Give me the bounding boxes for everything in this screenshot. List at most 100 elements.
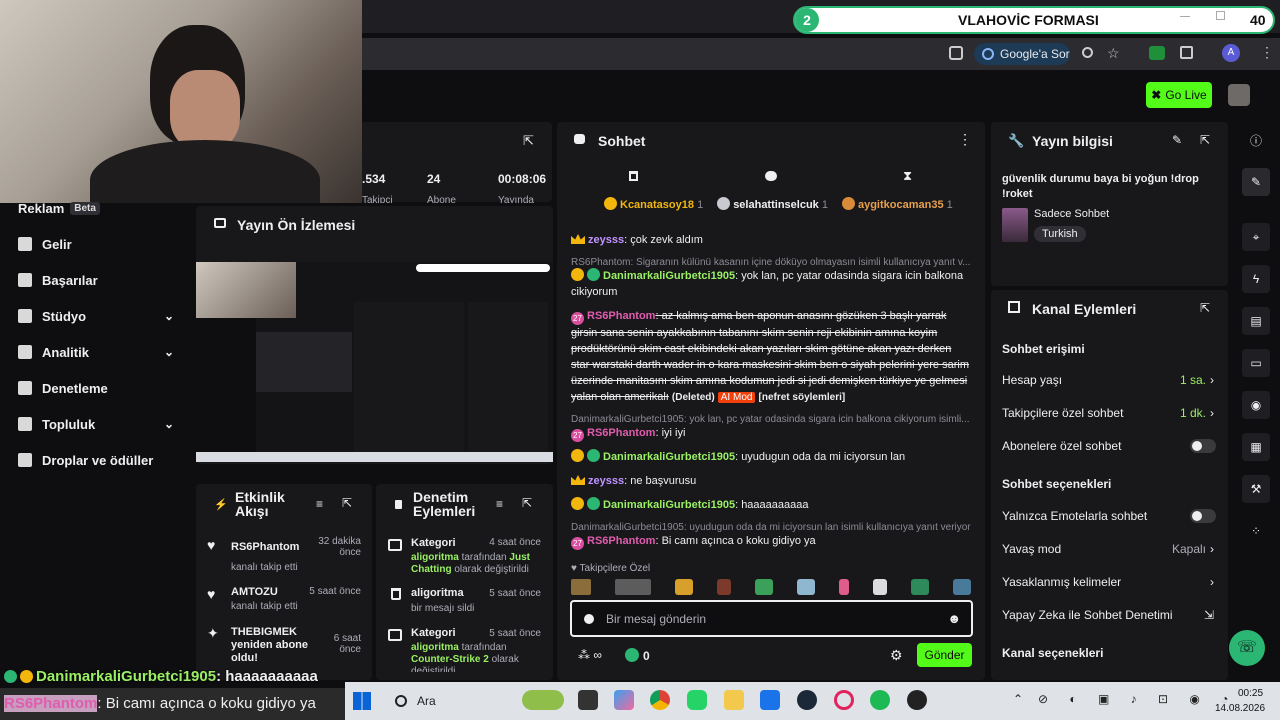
folder-icon[interactable] xyxy=(724,690,744,710)
activity-item-name[interactable]: THEBIGMEK yeniden abone oldu! xyxy=(231,626,311,665)
chat-username[interactable]: RS6Phantom xyxy=(587,427,655,439)
chat-message[interactable]: DanimarkaliGurbetci1905: haaaaaaaaaa xyxy=(571,497,971,513)
google-ask-button[interactable]: Google'a Sor xyxy=(974,43,1070,65)
emote-icon[interactable] xyxy=(571,579,591,595)
popout-icon[interactable]: ⇱ xyxy=(522,496,532,510)
target-icon[interactable]: ⌖ xyxy=(1242,223,1270,251)
emote-icon[interactable] xyxy=(717,579,731,595)
wrench-icon[interactable]: ⚒ xyxy=(1242,475,1270,503)
emote-icon[interactable] xyxy=(873,579,887,595)
chat-message-deleted[interactable]: 27 RS6Phantom: az kalmış ama ben aponun a… xyxy=(571,308,971,406)
edit-pencil-icon[interactable]: ✎ xyxy=(1172,133,1182,147)
emote-icon[interactable] xyxy=(953,579,971,595)
chat-username[interactable]: DanimarkaliGurbetci1905 xyxy=(603,451,735,463)
tray-icons[interactable]: ⊘ ◐ ▣ ♪ ⊡ ◉ ◔ xyxy=(1038,692,1237,706)
emote-icon[interactable] xyxy=(911,579,929,595)
chat-settings-gear-icon[interactable]: ⚙ xyxy=(890,647,903,664)
chat-menu-icon[interactable]: ⋮ xyxy=(958,131,972,148)
chat-message[interactable]: 27 RS6Phantom: iyi iyi xyxy=(571,425,971,442)
file-icon[interactable] xyxy=(578,690,598,710)
bolt-icon[interactable]: ϟ xyxy=(1242,265,1270,293)
emoji-icon[interactable]: ☻ xyxy=(947,611,961,626)
spotify-icon[interactable] xyxy=(870,690,890,710)
chat-icon[interactable] xyxy=(765,171,777,181)
extensions-puzzle-icon[interactable] xyxy=(1180,46,1193,59)
hourglass-icon[interactable]: ⧗ xyxy=(903,168,912,184)
whatsapp-icon[interactable] xyxy=(687,690,707,710)
emote-icon[interactable] xyxy=(615,579,651,595)
broadcast-icon[interactable]: ◉ xyxy=(1242,391,1270,419)
activity-item-name[interactable]: RS6Phantom xyxy=(231,541,299,553)
leader-item[interactable]: Kcanatasoy18 1 xyxy=(604,197,703,211)
sidebar-item-droplar[interactable]: Droplar ve ödüller xyxy=(18,448,188,472)
bookmark-star-icon[interactable]: ☆ xyxy=(1107,45,1120,62)
maximize-icon[interactable] xyxy=(1216,11,1225,20)
emote-only-toggle[interactable] xyxy=(1190,509,1216,523)
chrome-icon[interactable] xyxy=(650,690,670,710)
category-name[interactable]: Sadece Sohbet xyxy=(1034,208,1109,220)
chat-icon[interactable]: ▭ xyxy=(1242,349,1270,377)
emote-icon[interactable] xyxy=(675,579,693,595)
mod-item-by[interactable]: aligoritma xyxy=(411,552,459,563)
trash-icon[interactable] xyxy=(629,171,638,181)
profile-avatar[interactable]: A xyxy=(1222,44,1240,62)
sidebar-item-analitik[interactable]: Analitik ⌄ xyxy=(18,340,188,364)
leader-item[interactable]: aygitkocaman35 1 xyxy=(841,197,953,211)
tag-pill[interactable]: Turkish xyxy=(1034,226,1086,242)
mod-item-name[interactable]: aligoritma xyxy=(411,587,464,599)
account-age-row[interactable]: Hesap yaşı 1 sa. › xyxy=(1002,371,1216,389)
chat-username[interactable]: zeysss xyxy=(588,234,624,246)
chat-username[interactable]: RS6Phantom xyxy=(587,535,655,547)
chat-input-box[interactable]: Bir mesaj gönderin ☻ xyxy=(570,600,973,637)
chat-message[interactable]: zeysss: çok zevk aldım xyxy=(571,232,971,248)
popout-icon[interactable]: ⇱ xyxy=(1200,133,1210,147)
extension-green-icon[interactable] xyxy=(1149,46,1165,60)
popout-icon[interactable]: ⇱ xyxy=(1200,301,1210,315)
emote-icon[interactable] xyxy=(839,579,849,595)
chat-message[interactable]: zeysss: ne başvurusu xyxy=(571,473,971,489)
leader-item[interactable]: selahattinselcuk 1 xyxy=(717,197,828,211)
browser-menu-icon[interactable]: ⋮ xyxy=(1260,44,1274,61)
go-live-button[interactable]: ✖ Go Live xyxy=(1146,82,1212,108)
clock-date[interactable]: 14.08.2026 xyxy=(1215,703,1265,714)
filter-icon[interactable]: ≡ xyxy=(496,497,503,511)
sidebar-item-basarilar[interactable]: Başarılar xyxy=(18,268,188,292)
chat-username[interactable]: DanimarkaliGurbetci1905 xyxy=(603,270,735,282)
steam-icon[interactable] xyxy=(797,690,817,710)
sidebar-item-gelir[interactable]: Gelir xyxy=(18,232,188,256)
ai-mod-row[interactable]: Yapay Zeka ile Sohbet Denetimi ⇲ xyxy=(1002,606,1216,624)
subs-only-toggle[interactable] xyxy=(1190,439,1216,453)
address-bar[interactable] xyxy=(360,38,1280,70)
popout-icon[interactable]: ⇱ xyxy=(342,496,352,510)
emote-icon[interactable] xyxy=(755,579,773,595)
mute-icon[interactable] xyxy=(949,46,963,60)
chat-message[interactable]: DanimarkaliGurbetci1905: uyudugun oda da… xyxy=(571,449,971,465)
apps-icon[interactable]: ⁘ xyxy=(1242,517,1270,545)
document-icon[interactable]: ▤ xyxy=(1242,307,1270,335)
chat-username[interactable]: DanimarkaliGurbetci1905 xyxy=(603,499,735,511)
send-button[interactable]: Gönder xyxy=(917,643,972,667)
clock-time[interactable]: 00:25 xyxy=(1238,688,1263,699)
sidebar-item-studyo[interactable]: Stüdyo ⌄ xyxy=(18,304,188,328)
minimize-icon[interactable] xyxy=(1180,16,1190,17)
edit-icon[interactable]: ✎ xyxy=(1242,168,1270,196)
chat-username[interactable]: zeysss xyxy=(588,475,624,487)
popout-icon[interactable]: ⇱ xyxy=(523,133,534,149)
obs-icon[interactable] xyxy=(907,690,927,710)
mod-item-by[interactable]: aligoritma xyxy=(411,642,459,653)
tray-chevron-icon[interactable]: ⌃ xyxy=(1013,692,1023,706)
chat-message[interactable]: 27 RS6Phantom: Bi camı açınca o koku gidi… xyxy=(571,533,971,550)
info-icon[interactable]: ⓘ xyxy=(1242,126,1270,154)
support-button[interactable]: ☏ xyxy=(1229,630,1265,666)
loop-icon[interactable]: ⁂ ∞ xyxy=(578,648,602,662)
followers-only-row[interactable]: Takipçilere özel sohbet 1 dk. › xyxy=(1002,404,1216,422)
preview-video[interactable] xyxy=(196,262,553,462)
copilot-icon[interactable] xyxy=(614,690,634,710)
opera-icon[interactable] xyxy=(834,690,854,710)
layout-icon[interactable]: ▦ xyxy=(1242,433,1270,461)
activity-item-name[interactable]: AMTOZU xyxy=(231,586,278,598)
sidebar-item-topluluk[interactable]: Topluluk ⌄ xyxy=(18,412,188,436)
widget-icon[interactable] xyxy=(522,690,564,710)
banned-words-row[interactable]: Yasaklanmış kelimeler › xyxy=(1002,573,1216,591)
sidebar-item-reklam[interactable]: Reklam Beta xyxy=(18,196,188,220)
